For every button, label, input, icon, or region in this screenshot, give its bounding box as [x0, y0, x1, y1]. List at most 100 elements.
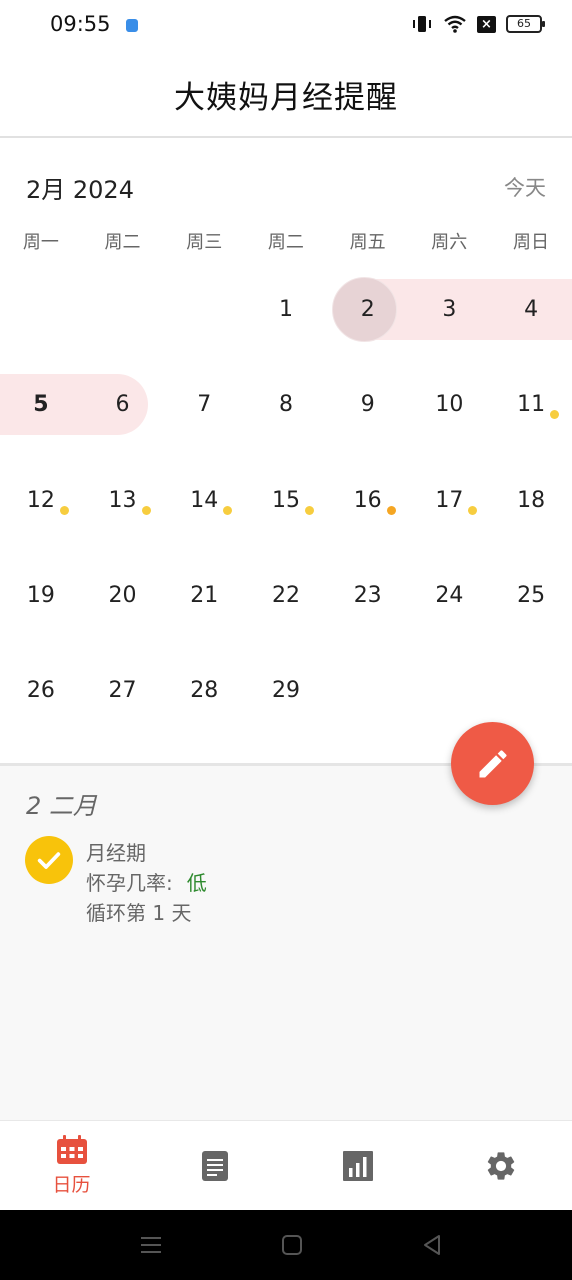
day-number: 17	[435, 488, 478, 515]
month-header: 2月 2024 今天	[0, 140, 572, 230]
pregnancy-row: 怀孕几率: 低	[86, 868, 207, 898]
day-cell[interactable]: 14	[163, 453, 245, 548]
detail-date: 2 二月	[26, 792, 97, 820]
battery-icon: 65	[506, 15, 545, 33]
day-number: 3	[442, 297, 457, 322]
month-label[interactable]: 2月 2024	[26, 170, 134, 205]
day-cell[interactable]: 10	[409, 357, 491, 452]
day-number: 27	[108, 678, 137, 704]
day-number: 18	[517, 487, 546, 513]
weekday-label: 周六	[431, 232, 468, 253]
day-cell[interactable]: 19	[0, 548, 82, 643]
day-number: 28	[190, 678, 219, 704]
pencil-icon	[479, 749, 507, 777]
weekday-label: 周三	[186, 232, 223, 253]
day-number: 7	[197, 392, 212, 418]
nav-item-notes[interactable]	[143, 1121, 286, 1210]
weekday-label: 周五	[349, 232, 386, 253]
day-number: 24	[435, 582, 464, 608]
back-icon[interactable]	[421, 1234, 443, 1256]
no-sim-icon: ×	[477, 15, 496, 33]
day-cell[interactable]: 12	[0, 453, 82, 548]
calendar-icon	[56, 1135, 87, 1164]
day-cell[interactable]: 8	[245, 357, 327, 452]
nav-item-calendar[interactable]: 日历	[0, 1121, 143, 1210]
system-nav-bar	[0, 1210, 572, 1280]
day-cell[interactable]: 15	[245, 453, 327, 548]
day-number: 20	[108, 582, 137, 608]
day-detail-panel: 2 二月 月经期 怀孕几率: 低 循环第 1 天	[0, 763, 572, 1120]
menu-icon[interactable]	[140, 1234, 162, 1256]
day-number: 8	[278, 392, 293, 418]
day-cell[interactable]: 22	[245, 548, 327, 643]
weekday-label: 周二	[104, 232, 141, 253]
today-button[interactable]: 今天	[504, 172, 546, 202]
day-cell[interactable]: 18	[490, 453, 572, 548]
day-number: 26	[26, 678, 55, 704]
day-cell[interactable]: 26	[0, 643, 82, 738]
check-icon	[37, 852, 61, 869]
day-cell[interactable]: 23	[327, 548, 409, 643]
day-cell[interactable]: 4	[490, 262, 572, 357]
day-cell[interactable]: 5	[0, 357, 82, 452]
fertile-dot	[141, 505, 151, 515]
day-cell[interactable]: 7	[163, 357, 245, 452]
vibrate-icon	[413, 16, 431, 32]
day-cell[interactable]: 11	[490, 357, 572, 452]
fertile-dot	[59, 505, 69, 515]
weekday-label: 周二	[267, 232, 304, 253]
day-number: 6	[115, 392, 130, 418]
day-number: 9	[360, 392, 375, 418]
day-number: 5	[33, 392, 49, 418]
day-cell[interactable]: 13	[82, 453, 164, 548]
status-bar: 09:55 × 65	[0, 0, 572, 52]
day-cell[interactable]: 24	[409, 548, 491, 643]
calendar-grid: 1 2 3 4 5 6 7 8 9 10 11 12 13 14 15 16 17 18 19 20 21 22 23 24 2…	[0, 262, 572, 762]
period-label: 月经期	[86, 841, 146, 865]
day-number: 11	[517, 392, 560, 420]
home-icon[interactable]	[281, 1234, 303, 1256]
day-number: 15	[272, 488, 314, 515]
day-number: 19	[26, 582, 55, 608]
day-number: 23	[353, 582, 382, 608]
day-cell[interactable]: 27	[82, 643, 164, 738]
day-cell[interactable]: 16	[327, 453, 409, 548]
day-cell[interactable]: 9	[327, 357, 409, 452]
fertile-dot	[304, 505, 314, 515]
bottom-nav: 日历	[0, 1120, 572, 1210]
day-number: 14	[190, 488, 233, 515]
notes-icon	[201, 1150, 228, 1181]
day-number: 4	[524, 297, 539, 322]
edit-fab-button[interactable]	[451, 722, 534, 805]
day-cell[interactable]: 17	[409, 453, 491, 548]
day-cell[interactable]: 3	[409, 262, 491, 357]
bar-chart-icon	[342, 1150, 373, 1181]
day-number: 25	[517, 582, 546, 608]
day-cell[interactable]: 25	[490, 548, 572, 643]
day-cell[interactable]: 21	[163, 548, 245, 643]
fertile-dot	[386, 505, 396, 515]
period-status-badge	[25, 836, 73, 884]
fertile-dot	[223, 505, 233, 515]
day-cell[interactable]: 20	[82, 548, 164, 643]
nav-item-settings[interactable]	[429, 1121, 572, 1210]
app-bar: 大姨妈月经提醒	[0, 52, 572, 138]
day-cell[interactable]: 2	[327, 262, 409, 357]
day-cell[interactable]: 1	[245, 262, 327, 357]
nav-label-calendar: 日历	[52, 1174, 91, 1196]
day-cell[interactable]: 28	[163, 643, 245, 738]
nav-item-stats[interactable]	[286, 1121, 429, 1210]
day-cell[interactable]: 6	[82, 357, 164, 452]
day-number: 1	[278, 297, 293, 322]
gear-icon	[487, 1151, 514, 1180]
day-number: 2	[360, 297, 375, 322]
day-number: 10	[435, 392, 464, 418]
fertile-dot	[468, 505, 478, 515]
weekday-label: 周日	[512, 232, 549, 253]
day-number: 22	[271, 582, 300, 608]
app-notification-icon	[126, 19, 138, 32]
day-cell[interactable]: 29	[245, 643, 327, 738]
page-title: 大姨妈月经提醒	[174, 79, 398, 116]
day-number: 29	[271, 678, 300, 704]
detail-info: 月经期 怀孕几率: 低 循环第 1 天	[86, 838, 207, 928]
